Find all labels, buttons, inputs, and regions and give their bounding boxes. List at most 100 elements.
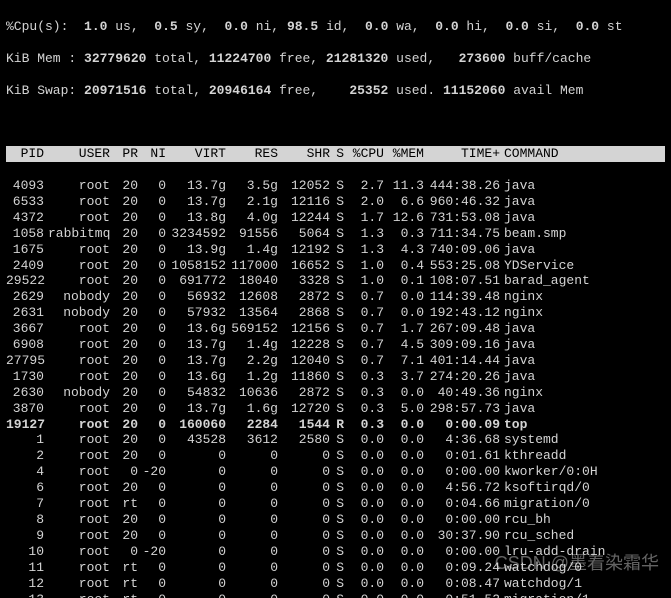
cell-res: 0	[226, 480, 278, 496]
cell-cpu: 1.7	[344, 210, 384, 226]
cell-cpu: 0.0	[344, 448, 384, 464]
cell-virt: 3234592	[166, 226, 226, 242]
cell-virt: 160060	[166, 417, 226, 433]
cell-pid: 29522	[6, 273, 44, 289]
cell-res: 91556	[226, 226, 278, 242]
cell-res: 0	[226, 528, 278, 544]
process-list: 4093root20013.7g3.5g12052S2.711.3444:38.…	[6, 178, 665, 598]
cell-cpu: 1.0	[344, 273, 384, 289]
cell-ni: 0	[138, 560, 166, 576]
cell-mem: 0.0	[384, 432, 424, 448]
cell-s: S	[330, 321, 344, 337]
cell-user: nobody	[44, 305, 110, 321]
process-row: 4372root20013.8g4.0g12244S1.712.6731:53.…	[6, 210, 665, 226]
cell-res: 1.6g	[226, 401, 278, 417]
cell-virt: 13.7g	[166, 353, 226, 369]
cell-mem: 0.0	[384, 544, 424, 560]
cell-pr: 20	[110, 289, 138, 305]
cell-pid: 6	[6, 480, 44, 496]
col-user[interactable]: USER	[44, 146, 110, 162]
cell-shr: 16652	[278, 258, 330, 274]
cell-pr: 20	[110, 385, 138, 401]
cell-virt: 54832	[166, 385, 226, 401]
cell-user: root	[44, 480, 110, 496]
process-row: 6533root20013.7g2.1g12116S2.06.6960:46.3…	[6, 194, 665, 210]
cell-mem: 0.0	[384, 560, 424, 576]
cell-pr: rt	[110, 496, 138, 512]
cell-time: 731:53.08	[424, 210, 500, 226]
col-ni[interactable]: NI	[138, 146, 166, 162]
cell-user: root	[44, 512, 110, 528]
cell-cpu: 0.0	[344, 560, 384, 576]
cell-mem: 1.7	[384, 321, 424, 337]
cell-shr: 0	[278, 528, 330, 544]
cell-pr: 20	[110, 337, 138, 353]
cell-cpu: 2.7	[344, 178, 384, 194]
cell-cmd: migration/1	[500, 592, 590, 598]
cell-time: 274:20.26	[424, 369, 500, 385]
cell-cmd: java	[500, 353, 535, 369]
cell-pid: 6908	[6, 337, 44, 353]
cell-user: nobody	[44, 385, 110, 401]
col-pid[interactable]: PID	[6, 146, 44, 162]
cell-virt: 0	[166, 448, 226, 464]
cell-pid: 19127	[6, 417, 44, 433]
cell-ni: 0	[138, 273, 166, 289]
cell-time: 40:49.36	[424, 385, 500, 401]
cell-mem: 0.0	[384, 385, 424, 401]
process-row: 4093root20013.7g3.5g12052S2.711.3444:38.…	[6, 178, 665, 194]
cell-pr: 20	[110, 305, 138, 321]
process-row: 2631nobody20057932135642868S0.70.0192:43…	[6, 305, 665, 321]
col-mem[interactable]: %MEM	[384, 146, 424, 162]
cell-pid: 7	[6, 496, 44, 512]
cell-cmd: rcu_bh	[500, 512, 551, 528]
cell-cpu: 0.7	[344, 305, 384, 321]
cell-pr: 20	[110, 210, 138, 226]
cell-ni: 0	[138, 528, 166, 544]
cell-ni: 0	[138, 321, 166, 337]
cell-mem: 7.1	[384, 353, 424, 369]
cell-shr: 1544	[278, 417, 330, 433]
cell-cmd: java	[500, 178, 535, 194]
cell-virt: 0	[166, 528, 226, 544]
cell-ni: 0	[138, 369, 166, 385]
cell-cpu: 0.0	[344, 576, 384, 592]
cell-res: 1.4g	[226, 337, 278, 353]
cell-ni: 0	[138, 242, 166, 258]
cell-time: 309:09.16	[424, 337, 500, 353]
cell-pid: 4093	[6, 178, 44, 194]
cell-cpu: 0.7	[344, 289, 384, 305]
cell-cmd: systemd	[500, 432, 559, 448]
cell-ni: 0	[138, 385, 166, 401]
cell-user: root	[44, 210, 110, 226]
cell-pid: 3870	[6, 401, 44, 417]
cell-cpu: 0.0	[344, 528, 384, 544]
process-row: 1675root20013.9g1.4g12192S1.34.3740:09.0…	[6, 242, 665, 258]
process-row: 3667root20013.6g56915212156S0.71.7267:09…	[6, 321, 665, 337]
col-cpu[interactable]: %CPU	[344, 146, 384, 162]
cell-user: root	[44, 353, 110, 369]
cell-virt: 0	[166, 544, 226, 560]
cell-s: S	[330, 592, 344, 598]
col-time[interactable]: TIME+	[424, 146, 500, 162]
column-header[interactable]: PIDUSERPRNIVIRTRESSHRS%CPU%MEMTIME+COMMA…	[6, 146, 665, 162]
cell-pr: 20	[110, 417, 138, 433]
col-virt[interactable]: VIRT	[166, 146, 226, 162]
col-pr[interactable]: PR	[110, 146, 138, 162]
swap-summary-line: KiB Swap: 20971516 total, 20946164 free,…	[6, 83, 665, 99]
col-command[interactable]: COMMAND	[500, 146, 559, 162]
col-res[interactable]: RES	[226, 146, 278, 162]
cell-time: 0:08.47	[424, 576, 500, 592]
col-s[interactable]: S	[330, 146, 344, 162]
cell-res: 1.2g	[226, 369, 278, 385]
col-shr[interactable]: SHR	[278, 146, 330, 162]
cell-mem: 0.3	[384, 226, 424, 242]
cell-mem: 0.0	[384, 528, 424, 544]
cell-virt: 43528	[166, 432, 226, 448]
cell-time: 401:14.44	[424, 353, 500, 369]
process-row: 13rootrt0000S0.00.00:51.52migration/1	[6, 592, 665, 598]
cell-mem: 12.6	[384, 210, 424, 226]
cell-time: 4:36.68	[424, 432, 500, 448]
cell-user: rabbitmq	[44, 226, 110, 242]
cell-pid: 4	[6, 464, 44, 480]
